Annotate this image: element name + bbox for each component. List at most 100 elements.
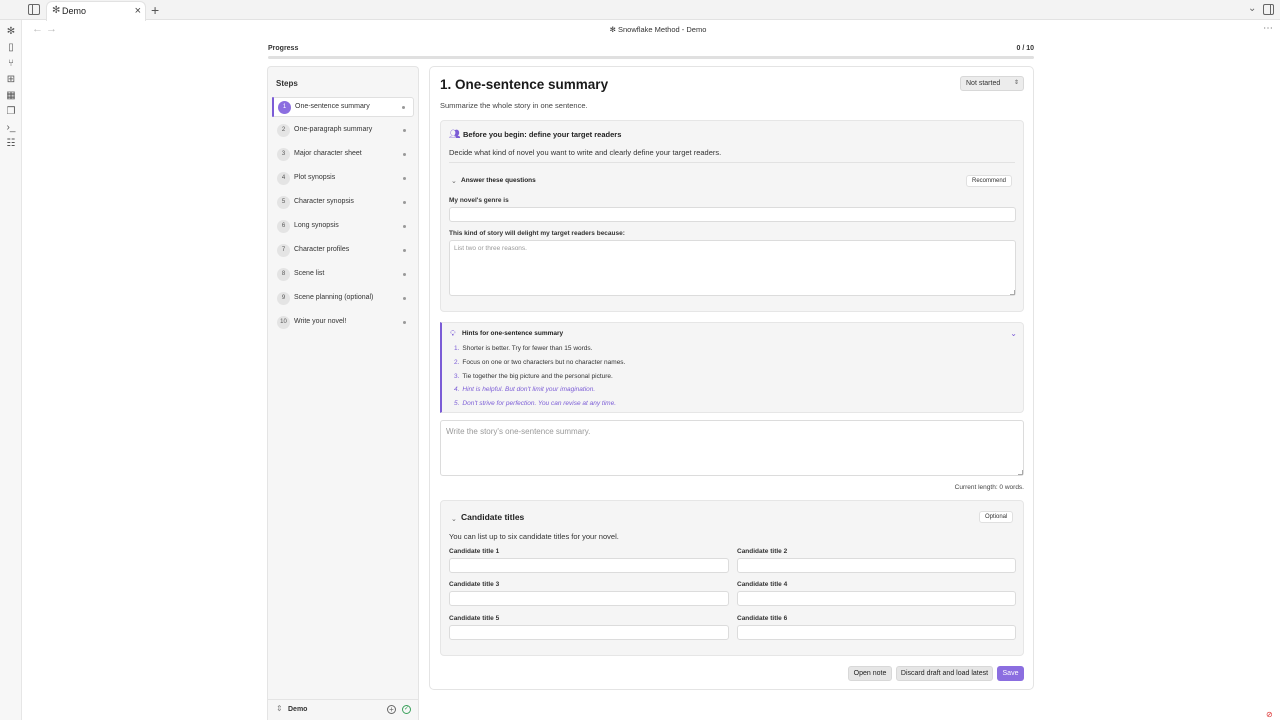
step-item[interactable]: 6 Long synopsis xyxy=(272,217,414,237)
save-button[interactable]: Save xyxy=(997,666,1024,681)
copy-icon[interactable]: ❐ xyxy=(5,106,17,118)
users-icon: 👥︎ xyxy=(449,129,461,139)
candidate-title-input[interactable] xyxy=(737,591,1016,606)
hint-text: Don't strive for perfection. You can rev… xyxy=(462,400,617,407)
step-label: Character synopsis xyxy=(294,198,354,205)
hint-number: 3. xyxy=(454,373,460,380)
step-item[interactable]: 4 Plot synopsis xyxy=(272,169,414,189)
genre-input[interactable] xyxy=(449,207,1016,222)
hint-text: Focus on one or two characters but no ch… xyxy=(462,359,626,366)
step-item[interactable]: 2 One-paragraph summary xyxy=(272,121,414,141)
add-circle-icon[interactable]: + xyxy=(387,705,396,714)
snowflake-icon[interactable]: ✻ xyxy=(5,26,17,38)
section-description: Decide what kind of novel you want to wr… xyxy=(449,148,722,157)
file-icon[interactable]: ▯ xyxy=(5,42,17,54)
step-item[interactable]: 3 Major character sheet xyxy=(272,145,414,165)
genre-label: My novel's genre is xyxy=(449,197,509,204)
open-note-button[interactable]: Open note xyxy=(848,666,892,681)
status-dot-icon xyxy=(403,225,406,228)
candidate-title-label: Candidate title 6 xyxy=(737,615,788,622)
status-select[interactable]: Not started ⇕ xyxy=(960,76,1024,91)
list-icon[interactable]: ☷ xyxy=(5,138,17,150)
candidate-title-input[interactable] xyxy=(449,625,729,640)
close-icon[interactable]: × xyxy=(135,5,141,17)
summary-textarea[interactable] xyxy=(440,420,1024,476)
snowflake-icon: ✻ xyxy=(52,5,61,16)
calendar-icon[interactable]: ▦ xyxy=(5,90,17,102)
resize-handle-icon[interactable] xyxy=(1018,470,1023,475)
target-readers-section: 👥︎ Before you begin: define your target … xyxy=(440,120,1024,312)
step-number: 7 xyxy=(277,244,290,257)
status-dot-icon xyxy=(403,297,406,300)
steps-title: Steps xyxy=(276,79,298,88)
candidate-title-input[interactable] xyxy=(449,591,729,606)
step-label: Scene planning (optional) xyxy=(294,294,374,301)
candidate-title-label: Candidate title 4 xyxy=(737,581,788,588)
delight-textarea[interactable] xyxy=(449,240,1016,296)
step-item[interactable]: 9 Scene planning (optional) xyxy=(272,289,414,309)
step-label: Scene list xyxy=(294,270,325,277)
hint-text: Hint is helpful. But don't limit your im… xyxy=(462,386,596,393)
new-tab-icon[interactable]: + xyxy=(151,2,159,18)
more-options-icon[interactable]: ⋯ xyxy=(1263,23,1273,34)
sync-error-icon[interactable]: ⊘ xyxy=(1266,710,1273,719)
step-number: 2 xyxy=(277,124,290,137)
chevron-down-icon[interactable]: ⌄ xyxy=(1248,3,1256,14)
step-label: Long synopsis xyxy=(294,222,339,229)
chevron-down-icon[interactable]: ⌄ xyxy=(1010,329,1017,338)
resize-handle-icon[interactable] xyxy=(1010,290,1015,295)
right-sidebar-toggle-icon[interactable] xyxy=(1263,4,1274,15)
section-description: You can list up to six candidate titles … xyxy=(449,532,619,541)
questions-toggle[interactable]: Answer these questions xyxy=(461,177,536,184)
graph-icon[interactable]: ⑂ xyxy=(5,58,17,70)
step-number: 4 xyxy=(277,172,290,185)
check-circle-icon[interactable]: ✓ xyxy=(402,705,411,714)
terminal-icon[interactable]: ›_ xyxy=(5,122,17,134)
status-dot-icon xyxy=(403,249,406,252)
step-number: 3 xyxy=(277,148,290,161)
step-label: One-sentence summary xyxy=(295,103,370,110)
candidate-title-label: Candidate title 1 xyxy=(449,548,500,555)
status-dot-icon xyxy=(403,321,406,324)
tab-demo[interactable]: ✻ Demo × xyxy=(46,1,146,21)
step-number: 5 xyxy=(277,196,290,209)
discard-draft-button[interactable]: Discard draft and load latest xyxy=(896,666,993,681)
word-count: Current length: 0 words. xyxy=(954,484,1024,491)
progress-label: Progress xyxy=(268,45,299,52)
status-dot-icon xyxy=(403,201,406,204)
candidate-title-input[interactable] xyxy=(737,558,1016,573)
hint-text: Shorter is better. Try for fewer than 15… xyxy=(462,345,593,352)
tab-strip: ✻ Demo × + ⌄ xyxy=(0,0,1280,21)
view-title: ✻ Snowflake Method - Demo xyxy=(609,25,707,34)
nav-bar: ← → ✻ Snowflake Method - Demo ⋯ xyxy=(22,20,1280,40)
candidate-title-input[interactable] xyxy=(737,625,1016,640)
grid-icon[interactable]: ⊞ xyxy=(5,74,17,86)
sidebar-toggle-icon[interactable] xyxy=(28,4,40,15)
divider xyxy=(449,162,1015,163)
status-value: Not started xyxy=(966,80,1001,87)
chevron-up-down-icon: ⇕ xyxy=(1013,80,1019,86)
candidate-title-label: Candidate title 3 xyxy=(449,581,500,588)
step-editor: 1. One-sentence summary Not started ⇕ Su… xyxy=(429,66,1034,690)
hint-item: 5. Don't strive for perfection. You can r… xyxy=(454,400,616,407)
status-dot-icon xyxy=(402,106,405,109)
chevron-down-icon[interactable]: ⌄ xyxy=(451,515,457,523)
hint-text: Tie together the big picture and the per… xyxy=(462,373,613,380)
candidate-title-input[interactable] xyxy=(449,558,729,573)
step-item[interactable]: 5 Character synopsis xyxy=(272,193,414,213)
tab-title: Demo xyxy=(62,6,87,16)
candidates-toggle[interactable]: Candidate titles xyxy=(461,512,524,522)
step-label: One-paragraph summary xyxy=(294,126,373,133)
step-item[interactable]: 8 Scene list xyxy=(272,265,414,285)
workspace-name[interactable]: Demo xyxy=(288,706,307,713)
page-title: 1. One-sentence summary xyxy=(440,77,609,92)
step-item[interactable]: 1 One-sentence summary xyxy=(272,97,414,117)
step-item[interactable]: 10 Write your novel! xyxy=(272,313,414,333)
chevron-up-down-icon[interactable]: ⇕ xyxy=(276,704,283,713)
step-item[interactable]: 7 Character profiles xyxy=(272,241,414,261)
step-number: 1 xyxy=(278,101,291,114)
hint-number: 4. xyxy=(454,386,460,393)
candidate-title-label: Candidate title 2 xyxy=(737,548,788,555)
step-label: Major character sheet xyxy=(294,150,362,157)
chevron-down-icon[interactable]: ⌄ xyxy=(451,177,457,185)
